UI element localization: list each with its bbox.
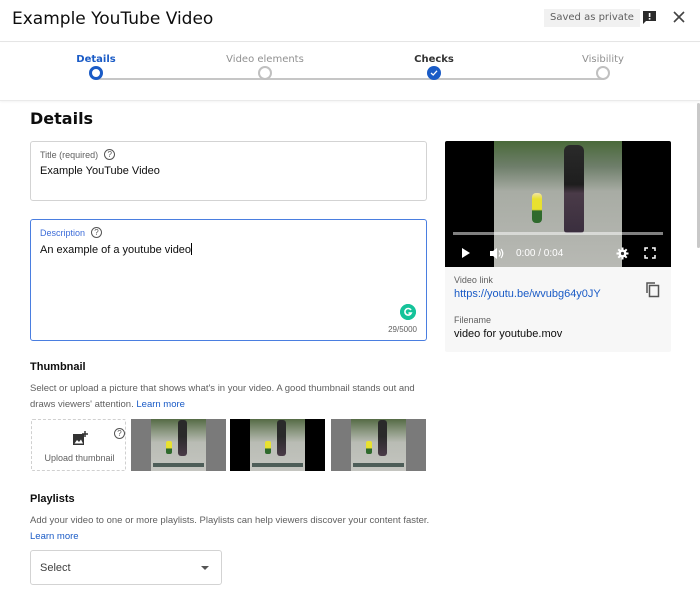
thumbnail-figure <box>265 441 271 454</box>
help-icon[interactable]: ? <box>104 149 116 160</box>
step-label: Checks <box>414 54 454 65</box>
thumbnail-option-selected[interactable] <box>230 419 325 471</box>
video-link[interactable]: https://youtu.be/wvubg64y0JY <box>454 288 662 300</box>
description-field[interactable]: Description ? An example of a youtube vi… <box>30 219 427 341</box>
step-active-dot-icon <box>89 66 103 80</box>
upload-thumbnail-label: Upload thumbnail <box>44 453 115 463</box>
thumbnail-figure <box>378 420 387 456</box>
volume-icon[interactable] <box>489 247 505 260</box>
thumbnail-figure <box>166 441 172 454</box>
filename-label: Filename <box>454 315 492 325</box>
video-frame-figure <box>532 193 542 223</box>
thumbnail-option[interactable] <box>131 419 226 471</box>
step-visibility[interactable]: Visibility <box>543 43 663 80</box>
thumbnail-heading: Thumbnail <box>30 361 86 373</box>
description-field-label: Description <box>40 227 86 238</box>
help-icon[interactable]: ? <box>114 428 125 439</box>
help-icon[interactable]: ? <box>91 227 103 238</box>
thumbnail-caption-bar <box>153 463 204 467</box>
playlists-learn-more-link[interactable]: Learn more <box>30 531 79 542</box>
thumbnail-learn-more-link[interactable]: Learn more <box>136 399 185 410</box>
play-icon[interactable] <box>461 247 471 259</box>
grammarly-icon[interactable] <box>400 304 416 320</box>
thumbnail-description: Select or upload a picture that shows wh… <box>30 383 415 410</box>
video-progress-bar[interactable] <box>453 232 663 235</box>
step-checks[interactable]: Checks <box>374 43 494 80</box>
feedback-icon[interactable] <box>642 10 657 25</box>
thumbnail-image <box>250 419 305 471</box>
checkmark-icon <box>427 66 441 80</box>
step-pending-dot-icon <box>596 66 610 80</box>
section-title: Details <box>30 109 94 128</box>
text-cursor <box>191 243 193 255</box>
description-input[interactable]: An example of a youtube video <box>40 244 191 256</box>
dialog-header: Example YouTube Video Saved as private <box>0 0 700 42</box>
step-pending-dot-icon <box>258 66 272 80</box>
playlists-heading: Playlists <box>30 493 75 505</box>
title-field-label: Title (required) <box>40 149 99 160</box>
playlists-description: Add your video to one or more playlists.… <box>30 515 430 526</box>
thumbnail-caption-bar <box>353 463 404 467</box>
thumbnail-image <box>351 419 406 471</box>
thumbnail-figure <box>178 420 187 456</box>
title-field[interactable]: Title (required) ? Example YouTube Video <box>30 141 427 201</box>
video-player[interactable]: 0:00 / 0:04 <box>445 141 671 267</box>
thumbnail-figure <box>277 420 286 456</box>
step-details[interactable]: Details <box>36 43 156 80</box>
stepper-track <box>96 78 604 80</box>
upload-thumbnail-button[interactable]: ? Upload thumbnail <box>31 419 126 471</box>
playlist-select[interactable]: Select <box>30 550 222 585</box>
close-icon[interactable] <box>671 9 687 25</box>
add-image-icon <box>73 431 88 445</box>
progress-stepper: Details Video elements Checks Visibility <box>0 43 700 101</box>
player-controls: 0:00 / 0:04 <box>445 241 671 267</box>
fullscreen-icon[interactable] <box>644 247 656 259</box>
playlist-select-value: Select <box>40 562 71 574</box>
thumbnail-image <box>151 419 206 471</box>
video-frame-figure <box>564 145 584 233</box>
step-label: Visibility <box>582 54 624 65</box>
video-preview-card: 0:00 / 0:04 Video link https://youtu.be/… <box>445 141 671 352</box>
saved-status-badge: Saved as private <box>544 9 640 27</box>
settings-gear-icon[interactable] <box>616 247 629 260</box>
step-label: Details <box>76 54 116 65</box>
dialog-title: Example YouTube Video <box>12 9 214 29</box>
filename-value: video for youtube.mov <box>454 328 563 340</box>
step-video-elements[interactable]: Video elements <box>205 43 325 80</box>
dropdown-arrow-icon <box>201 566 209 570</box>
video-link-label: Video link <box>454 275 493 285</box>
title-input[interactable]: Example YouTube Video <box>40 165 160 177</box>
thumbnail-option[interactable] <box>331 419 426 471</box>
copy-icon[interactable] <box>644 281 660 298</box>
thumbnail-figure <box>366 441 372 454</box>
character-counter: 29/5000 <box>388 325 417 334</box>
details-panel: Details Title (required) ? Example YouTu… <box>0 101 700 596</box>
step-label: Video elements <box>226 54 304 65</box>
video-time: 0:00 / 0:04 <box>516 248 564 259</box>
thumbnail-caption-bar <box>252 463 303 467</box>
